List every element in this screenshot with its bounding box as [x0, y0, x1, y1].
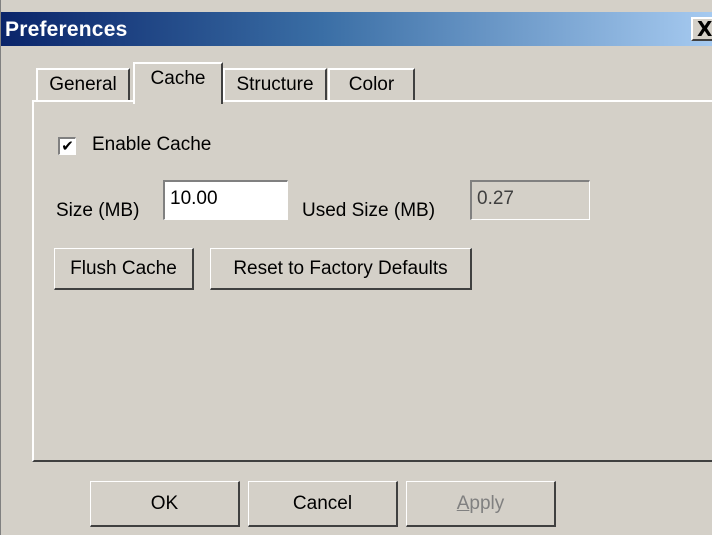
used-size-field: 0.27	[470, 180, 590, 220]
close-button[interactable]: X	[691, 17, 712, 41]
cache-tab-panel: ✔ Enable Cache Size (MB) 10.00 Used Size…	[32, 100, 712, 462]
tab-cache[interactable]: Cache	[133, 62, 223, 104]
size-label: Size (MB)	[56, 200, 140, 221]
close-icon: X	[697, 17, 712, 41]
size-input[interactable]: 10.00	[163, 180, 288, 220]
window-title: Preferences	[5, 18, 128, 41]
tab-general[interactable]: General	[36, 68, 130, 100]
enable-cache-checkbox[interactable]: ✔	[58, 137, 76, 155]
reset-defaults-button[interactable]: Reset to Factory Defaults	[210, 248, 472, 290]
flush-cache-button[interactable]: Flush Cache	[54, 248, 194, 290]
apply-label-rest: pply	[469, 493, 505, 514]
tab-structure[interactable]: Structure	[223, 68, 327, 100]
preferences-dialog: Preferences X General Cache Structure Co…	[0, 0, 712, 535]
apply-mnemonic: A	[456, 493, 470, 514]
cancel-button[interactable]: Cancel	[248, 481, 398, 527]
title-bar[interactable]: Preferences X	[1, 12, 712, 46]
ok-button[interactable]: OK	[90, 481, 240, 527]
used-size-label: Used Size (MB)	[302, 200, 436, 221]
enable-cache-label[interactable]: Enable Cache	[92, 134, 211, 156]
tab-color[interactable]: Color	[328, 68, 415, 100]
apply-button[interactable]: Apply	[406, 481, 556, 527]
